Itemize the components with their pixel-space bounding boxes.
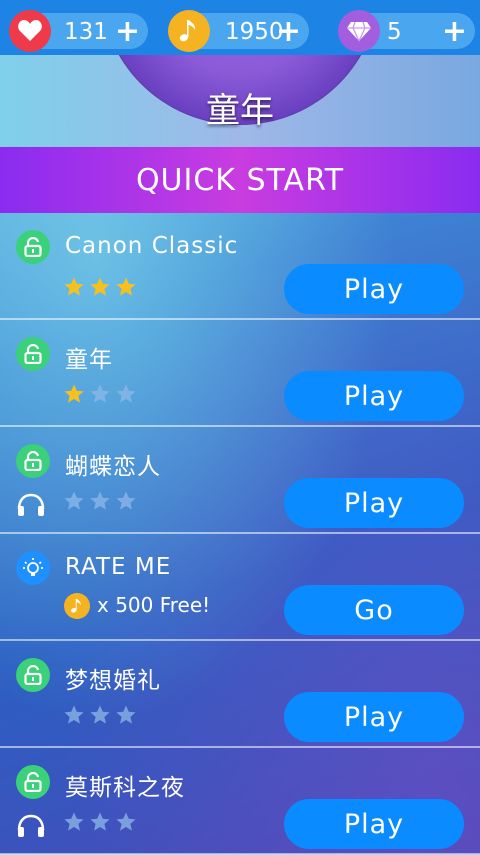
song-row: RATE ME x 500 Free! Go [0, 535, 480, 641]
song-title: Canon Classic [65, 233, 239, 259]
current-song-title: 童年 [206, 91, 274, 131]
star-rating [63, 276, 137, 298]
heart-icon [9, 10, 51, 52]
star-rating [63, 811, 137, 833]
music-note-icon [64, 593, 90, 619]
currency-bar: 131 + 1950 + 5 + [0, 0, 480, 60]
song-title: 梦想婚礼 [65, 668, 161, 694]
lock-open-icon [16, 658, 50, 692]
now-playing-banner: 童年 [0, 55, 480, 147]
song-row: 蝴蝶恋人 Play [0, 428, 480, 534]
quick-start-label: QUICK START [135, 163, 345, 198]
row-divider [0, 425, 480, 427]
song-title: 莫斯科之夜 [65, 775, 185, 801]
notes-value: 1950 [225, 19, 284, 45]
diamond-icon [338, 10, 380, 52]
play-button[interactable]: Play [284, 371, 464, 421]
play-button[interactable]: Play [284, 799, 464, 849]
star-empty-icon [116, 705, 136, 724]
play-button[interactable]: Play [284, 478, 464, 528]
lock-open-icon [16, 337, 50, 371]
lock-open-icon [16, 765, 50, 799]
headphones-icon [16, 492, 46, 522]
star-rating [63, 704, 137, 726]
add-gems-button[interactable]: + [442, 14, 467, 49]
song-row: Canon Classic Play [0, 214, 480, 320]
star-empty-icon [64, 491, 84, 510]
gems-value: 5 [387, 19, 402, 45]
lock-open-icon [16, 230, 50, 264]
star-empty-icon [116, 384, 136, 403]
go-button[interactable]: Go [284, 585, 464, 635]
song-row: 童年 Play [0, 321, 480, 427]
star-filled-icon [90, 277, 110, 296]
lock-open-icon [16, 444, 50, 478]
star-empty-icon [90, 812, 110, 831]
song-title: 蝴蝶恋人 [65, 454, 161, 480]
play-button[interactable]: Play [284, 264, 464, 314]
play-button[interactable]: Play [284, 692, 464, 742]
row-divider [0, 639, 480, 641]
lives-value: 131 [64, 19, 108, 45]
star-empty-icon [90, 384, 110, 403]
row-divider [0, 318, 480, 320]
add-notes-button[interactable]: + [276, 14, 301, 49]
star-filled-icon [116, 277, 136, 296]
lightbulb-icon [16, 551, 50, 585]
row-divider [0, 746, 480, 748]
star-filled-icon [64, 384, 84, 403]
song-title: 童年 [65, 347, 113, 373]
star-empty-icon [64, 705, 84, 724]
song-row: 梦想婚礼 Play [0, 642, 480, 748]
star-empty-icon [64, 812, 84, 831]
reward-text: x 500 Free! [97, 593, 211, 617]
star-empty-icon [116, 812, 136, 831]
song-title: RATE ME [65, 554, 172, 580]
star-empty-icon [90, 491, 110, 510]
row-divider [0, 532, 480, 534]
star-empty-icon [116, 491, 136, 510]
star-empty-icon [90, 705, 110, 724]
headphones-icon [16, 813, 46, 843]
music-note-icon [168, 10, 210, 52]
star-rating [63, 490, 137, 512]
add-lives-button[interactable]: + [115, 14, 140, 49]
star-rating [63, 383, 137, 405]
quick-start-button[interactable]: QUICK START [0, 147, 480, 213]
star-filled-icon [64, 277, 84, 296]
song-row: 莫斯科之夜 Play [0, 749, 480, 855]
